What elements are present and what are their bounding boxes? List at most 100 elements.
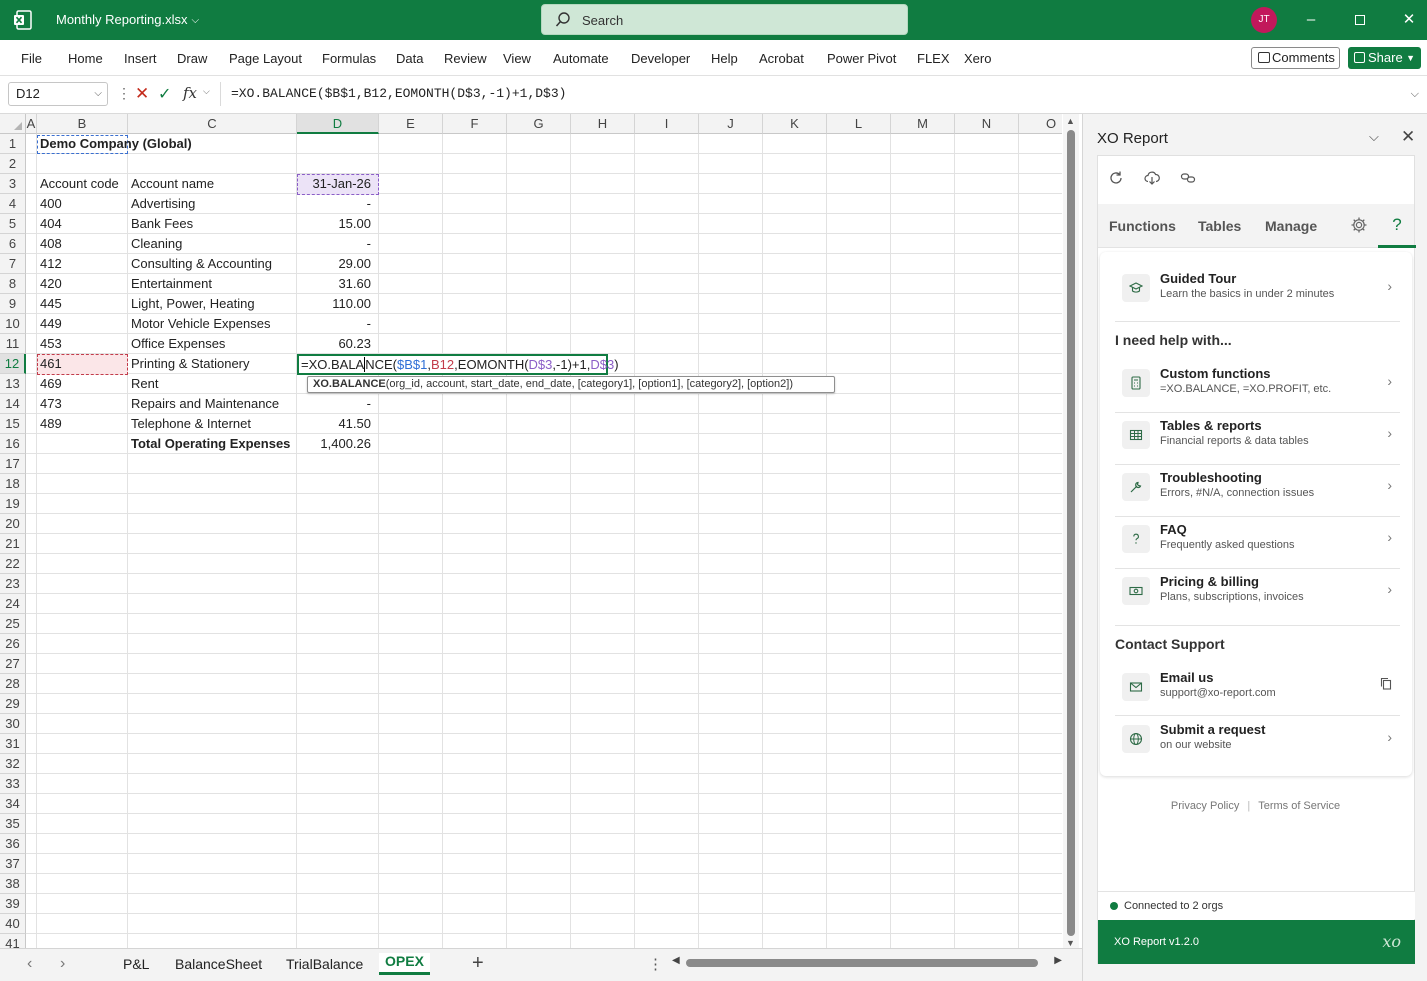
horizontal-scrollbar[interactable]: ◀ ▶ [672,955,1062,970]
more-options-icon[interactable]: ⋮ [117,85,131,102]
row-header[interactable]: 13 [0,374,26,394]
row-header[interactable]: 29 [0,694,26,714]
column-header[interactable]: F [443,114,507,134]
total-value-cell[interactable]: 1,400.26 [297,434,379,454]
gear-icon[interactable] [1350,216,1368,234]
search-box[interactable]: Search [541,4,908,35]
help-item-faq[interactable]: FAQ Frequently asked questions › [1115,515,1400,565]
account-name-cell[interactable]: Consulting & Accounting [128,254,275,274]
row-header[interactable]: 36 [0,834,26,854]
account-name-cell[interactable]: Office Expenses [128,334,228,354]
unlink-icon[interactable] [1180,170,1196,186]
tab-developer[interactable]: Developer [631,51,690,66]
privacy-policy-link[interactable]: Privacy Policy [1171,800,1239,812]
row-header[interactable]: 6 [0,234,26,254]
tab-view[interactable]: View [503,51,531,66]
sheet-tab-trialbalance[interactable]: TrialBalance [286,956,363,972]
value-cell[interactable]: 29.00 [297,254,379,274]
scroll-down-icon[interactable]: ▼ [1066,938,1075,948]
guided-tour-item[interactable]: Guided Tour Learn the basics in under 2 … [1115,264,1400,314]
row-header[interactable]: 17 [0,454,26,474]
add-sheet-button[interactable]: + [472,952,484,975]
value-cell[interactable]: 15.00 [297,214,379,234]
row-header[interactable]: 18 [0,474,26,494]
tab-manage[interactable]: Manage [1265,218,1317,234]
tab-tables[interactable]: Tables [1198,218,1241,234]
column-header[interactable]: O [1019,114,1062,134]
select-all-corner[interactable] [0,114,26,134]
insert-function-icon[interactable]: fx [183,84,197,102]
column-header-selected[interactable]: D [297,114,379,134]
row-header[interactable]: 20 [0,514,26,534]
account-code-cell[interactable]: 461 [37,354,65,374]
tab-data[interactable]: Data [396,51,423,66]
column-header[interactable]: J [699,114,763,134]
column-header[interactable]: G [507,114,571,134]
copy-icon[interactable] [1380,677,1392,690]
scrollbar-thumb[interactable] [686,959,1038,967]
total-label-cell[interactable]: Total Operating Expenses [128,434,293,454]
sheet-tab-opex[interactable]: OPEX [379,953,430,975]
expand-formula-icon[interactable]: ⌵ [1411,82,1419,106]
refresh-icon[interactable] [1108,170,1124,186]
company-title-cell[interactable]: Demo Company (Global) [37,134,195,154]
close-window-button[interactable]: ✕ [1394,8,1424,32]
account-code-cell[interactable]: 469 [37,374,65,394]
help-item-pricing-billing[interactable]: Pricing & billing Plans, subscriptions, … [1115,567,1400,617]
formula-input[interactable]: =XO.BALANCE($B$1,B12,EOMONTH(D$3,-1)+1,D… [220,82,1425,106]
cell-editor-d12[interactable]: =XO.BALANCE($B$1,B12,EOMONTH(D$3,-1)+1,D… [297,354,619,375]
chevron-down-icon[interactable]: ⌵ [1369,129,1379,145]
comments-button[interactable]: Comments [1251,47,1340,69]
row-header[interactable]: 3 [0,174,26,194]
tab-power-pivot[interactable]: Power Pivot [827,51,896,66]
account-name-cell[interactable]: Repairs and Maintenance [128,394,282,414]
more-sheets-icon[interactable]: ⋮ [648,955,663,973]
row-header[interactable]: 35 [0,814,26,834]
next-sheet-icon[interactable]: › [60,955,65,973]
tooltip-function-name[interactable]: XO.BALANCE [313,378,386,390]
account-code-cell[interactable]: 473 [37,394,65,414]
row-header[interactable]: 39 [0,894,26,914]
account-name-cell[interactable]: Motor Vehicle Expenses [128,314,273,334]
tab-automate[interactable]: Automate [553,51,609,66]
account-name-cell[interactable]: Rent [128,374,161,394]
row-header[interactable]: 23 [0,574,26,594]
row-header[interactable]: 8 [0,274,26,294]
column-header[interactable]: C [128,114,297,134]
minimize-button[interactable]: – [1296,8,1326,32]
tab-help[interactable]: Help [711,51,738,66]
tab-page-layout[interactable]: Page Layout [229,51,302,66]
help-item-custom-functions[interactable]: Custom functions =XO.BALANCE, =XO.PROFIT… [1115,359,1400,409]
row-header[interactable]: 4 [0,194,26,214]
account-name-cell[interactable]: Advertising [128,194,198,214]
worksheet-grid[interactable]: A B C D E F G H I J K L M N O 1234567891… [0,114,1062,948]
terms-of-service-link[interactable]: Terms of Service [1258,800,1340,812]
sheet-tab-pl[interactable]: P&L [123,956,149,972]
column-header[interactable]: L [827,114,891,134]
row-header[interactable]: 32 [0,754,26,774]
column-header[interactable]: B [37,114,128,134]
scrollbar-thumb[interactable] [1067,130,1075,936]
row-header[interactable]: 19 [0,494,26,514]
value-cell[interactable]: 31.60 [297,274,379,294]
scroll-left-icon[interactable]: ◀ [672,955,680,966]
row-header[interactable]: 27 [0,654,26,674]
row-header[interactable]: 14 [0,394,26,414]
sheet-tab-balancesheet[interactable]: BalanceSheet [175,956,262,972]
row-header[interactable]: 15 [0,414,26,434]
tab-help[interactable]: ? [1378,204,1416,248]
row-header[interactable]: 34 [0,794,26,814]
account-name-cell[interactable]: Light, Power, Heating [128,294,258,314]
chevron-down-icon[interactable]: ⌵ [203,86,210,97]
account-code-cell[interactable]: 404 [37,214,65,234]
row-header[interactable]: 5 [0,214,26,234]
account-code-cell[interactable]: 445 [37,294,65,314]
function-signature-tooltip[interactable]: XO.BALANCE(org_id, account, start_date, … [307,376,835,393]
tab-functions[interactable]: Functions [1109,218,1176,234]
tab-formulas[interactable]: Formulas [322,51,376,66]
column-header[interactable]: E [379,114,443,134]
user-avatar[interactable]: JT [1251,7,1277,33]
column-header[interactable]: M [891,114,955,134]
row-header[interactable]: 1 [0,134,26,154]
account-name-cell[interactable]: Telephone & Internet [128,414,254,434]
